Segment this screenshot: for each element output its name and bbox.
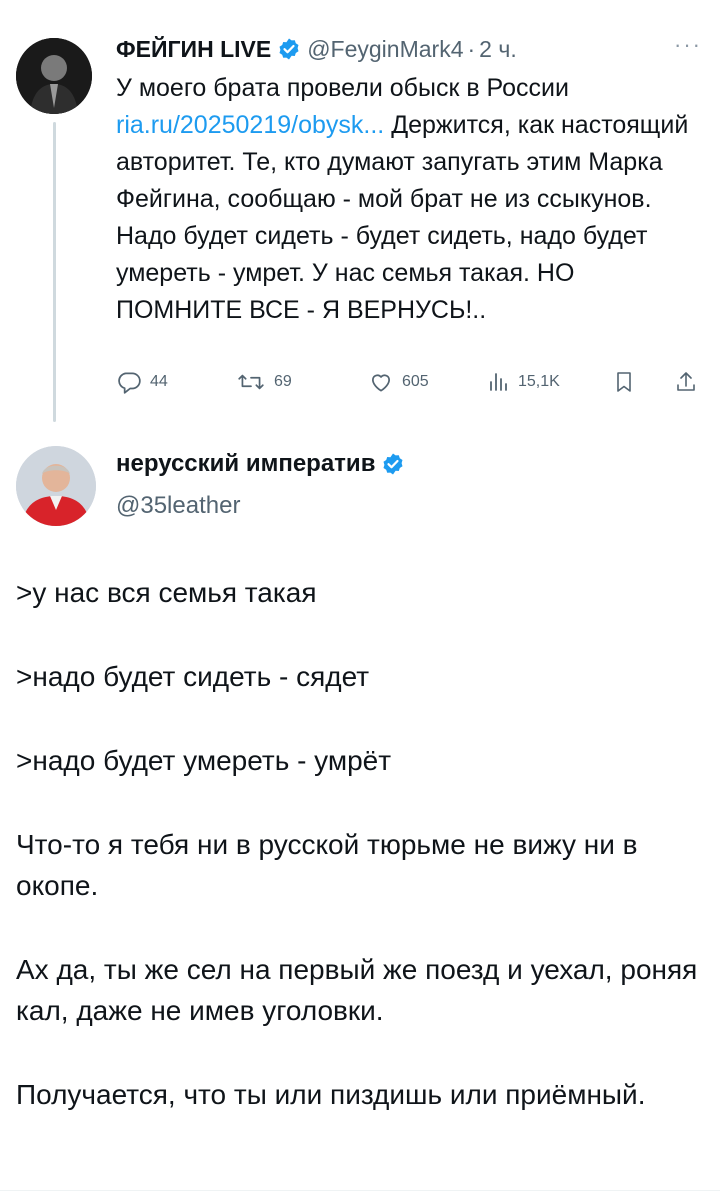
reply-button[interactable]: 44	[116, 369, 168, 395]
reply-paragraph: Ах да, ты же сел на первый же поезд и уе…	[16, 954, 698, 1026]
reply-paragraph: >у нас вся семья такая	[16, 577, 317, 608]
quoted-tweet-header: ФЕЙГИН LIVE @FeyginMark4 · 2 ч.	[116, 32, 517, 66]
tweet-text-line: У моего брата провели обыск в России	[116, 74, 569, 102]
author-handle[interactable]: @FeyginMark4	[307, 36, 463, 63]
thread-line	[53, 122, 56, 422]
reply-author-name[interactable]: нерусский императив	[116, 450, 375, 478]
reply-author-row: нерусский императив	[116, 450, 411, 478]
share-icon	[674, 369, 698, 395]
repost-count: 69	[274, 373, 292, 390]
avatar-35leather[interactable]	[16, 446, 96, 526]
tweet-text-continued: Держится, как настоящий авторитет. Те, к…	[116, 111, 689, 324]
author-name[interactable]: ФЕЙГИН LIVE	[116, 36, 271, 63]
bookmark-icon	[612, 369, 636, 395]
avatar-feygin[interactable]	[16, 38, 92, 114]
separator-dot: ·	[467, 35, 476, 62]
repost-button[interactable]: 69	[236, 369, 292, 395]
share-button[interactable]	[674, 369, 698, 395]
tweet-text-rest: ria.ru/20250219/obysk... Держится, как н…	[116, 107, 702, 329]
reply-icon	[116, 369, 142, 395]
reply-paragraph: >надо будет сидеть - сядет	[16, 661, 370, 692]
verified-badge-icon	[277, 37, 301, 61]
reply-tweet-text: >у нас вся семья такая >надо будет сидет…	[16, 572, 706, 1158]
like-count: 605	[402, 373, 429, 390]
views-icon	[486, 369, 510, 395]
timestamp[interactable]: 2 ч.	[479, 36, 517, 63]
views-button[interactable]: 15,1K	[486, 369, 560, 395]
quoted-tweet-text: У моего брата провели обыск в России ria…	[116, 70, 702, 329]
reply-paragraph: Что-то я тебя ни в русской тюрьме не виж…	[16, 829, 638, 901]
reply-paragraph: Получается, что ты или пиздишь или приём…	[16, 1079, 646, 1110]
reply-tweet-header: нерусский императив @35leather	[0, 440, 720, 540]
like-icon	[368, 369, 394, 395]
like-button[interactable]: 605	[368, 369, 429, 395]
reply-author-handle[interactable]: @35leather	[116, 492, 240, 520]
bookmark-button[interactable]	[612, 369, 636, 395]
reply-count: 44	[150, 373, 168, 390]
divider	[0, 1190, 720, 1191]
action-bar: 44 69 605 15,1K	[114, 366, 706, 398]
more-options-icon[interactable]: ···	[674, 32, 702, 58]
verified-badge-icon	[381, 452, 405, 476]
article-link[interactable]: ria.ru/20250219/obysk...	[116, 111, 384, 139]
views-count: 15,1K	[518, 373, 560, 390]
quoted-tweet[interactable]: ФЕЙГИН LIVE @FeyginMark4 · 2 ч. ··· У мо…	[0, 0, 720, 422]
repost-icon	[236, 369, 266, 395]
reply-paragraph: >надо будет умереть - умрёт	[16, 745, 392, 776]
